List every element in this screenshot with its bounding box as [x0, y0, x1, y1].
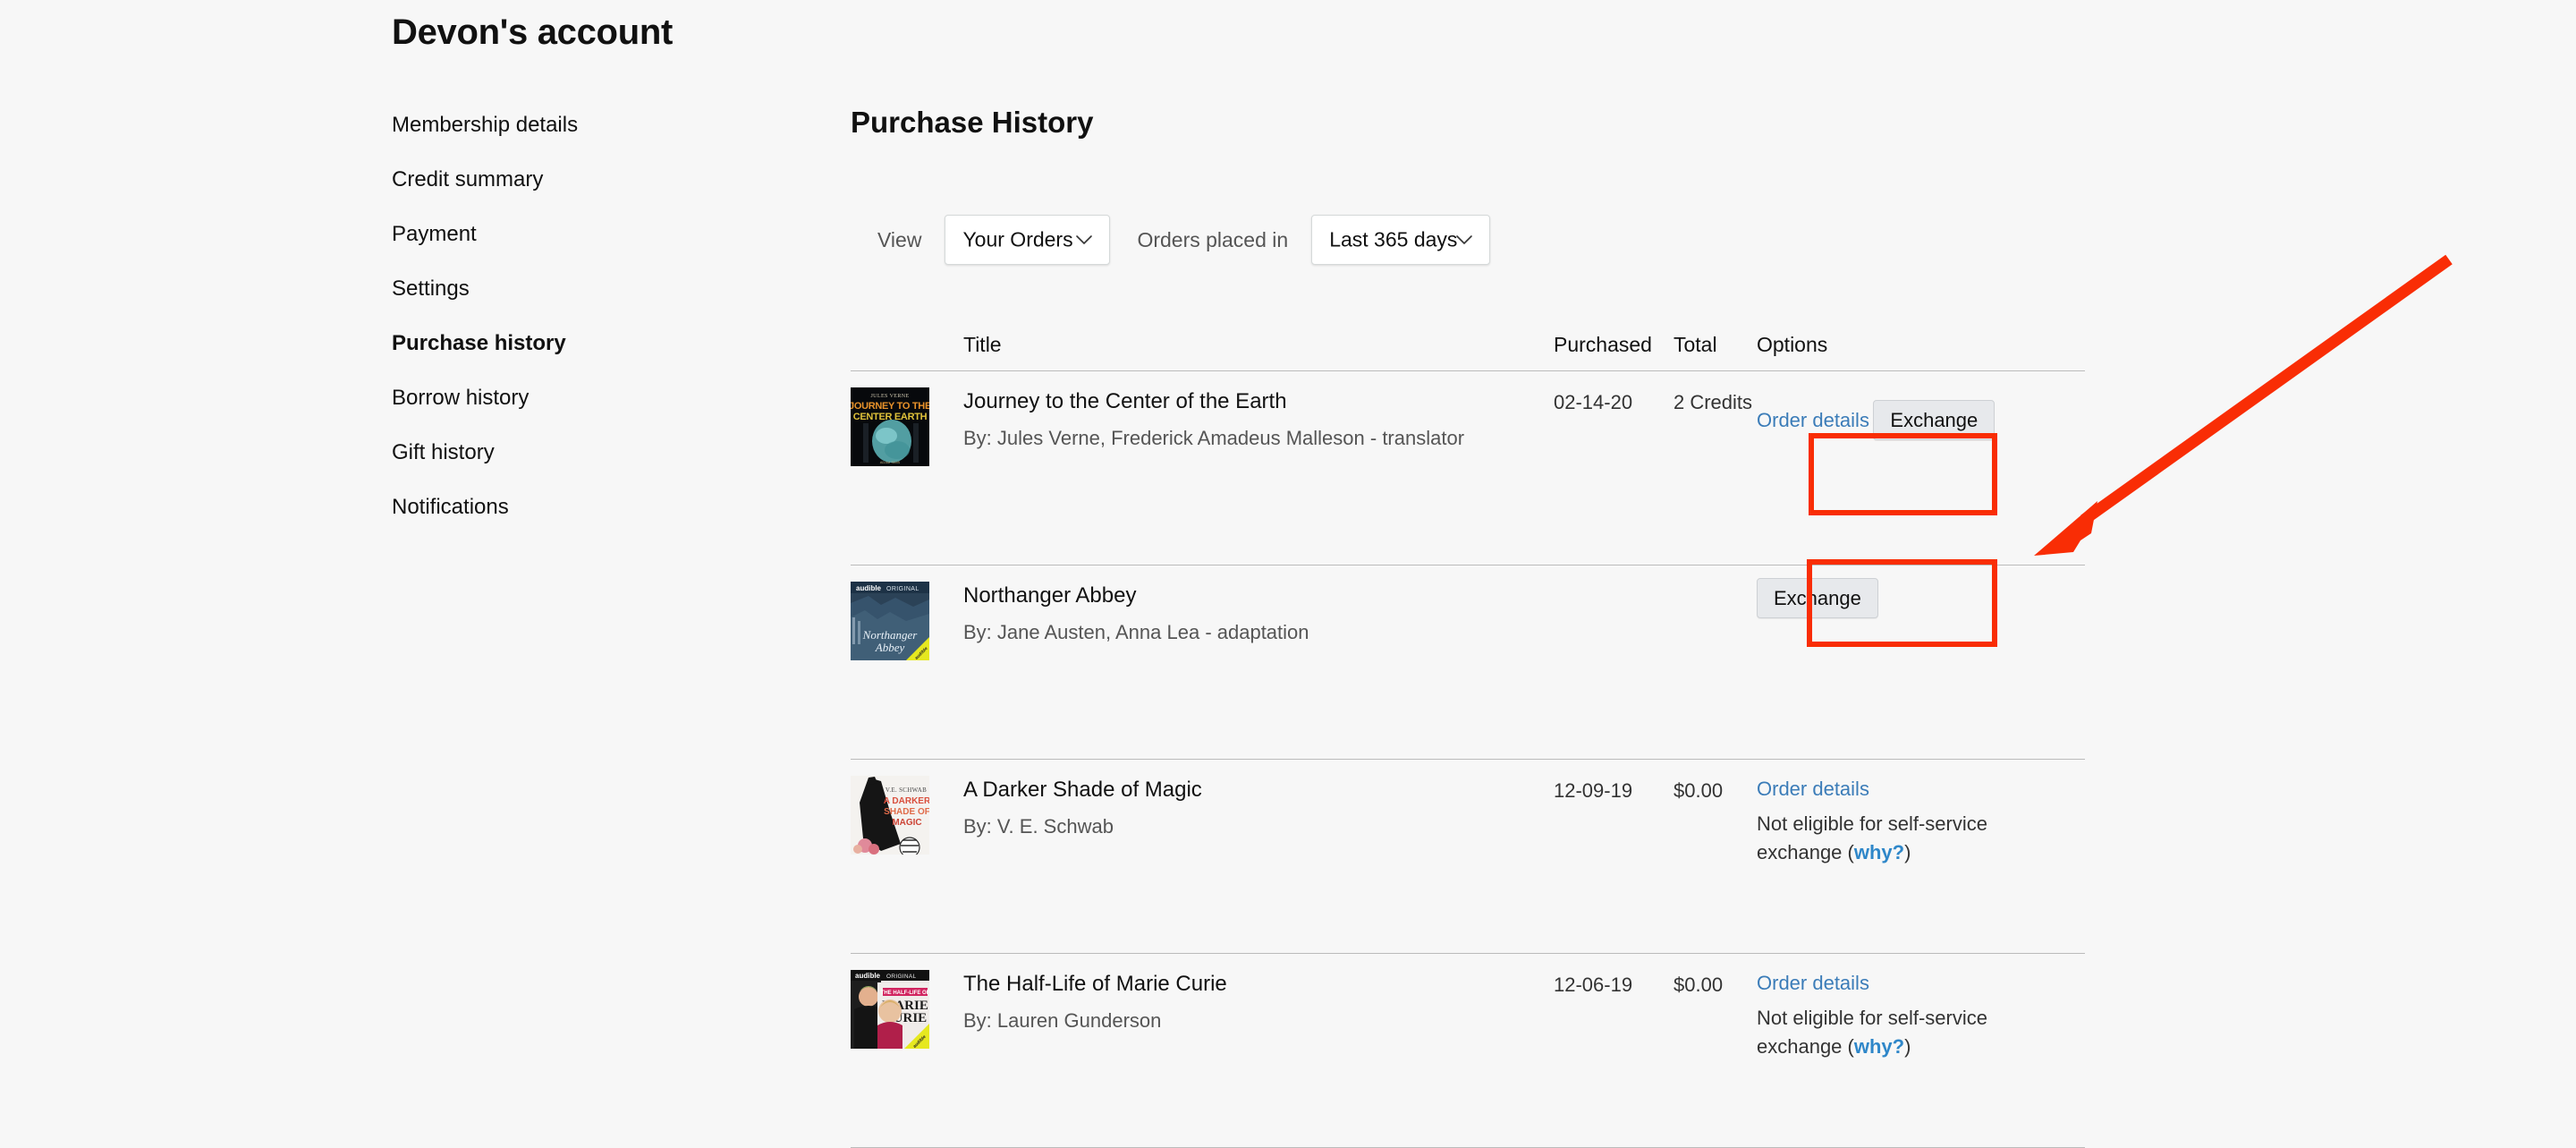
- table-row: V.E. SCHWAB A DARKER SHADE OF MAGIC A Da…: [851, 760, 2085, 953]
- book-info: A Darker Shade of Magic By: V. E. Schwab: [963, 778, 1536, 841]
- page-title: Devon's account: [392, 13, 673, 52]
- order-details-link[interactable]: Order details: [1757, 972, 1869, 995]
- svg-text:JOURNEY TO THE: JOURNEY TO THE: [851, 401, 929, 412]
- why-link[interactable]: why?: [1854, 841, 1904, 863]
- book-info: Northanger Abbey By: Jane Austen, Anna L…: [963, 583, 1536, 647]
- not-eligible-notice: Not eligible for self-service exchange (…: [1757, 1004, 2025, 1061]
- column-header-total: Total: [1674, 333, 1717, 356]
- order-total: $0.00: [1674, 974, 1724, 996]
- table-row: JULES VERNE JOURNEY TO THE CENTER EARTH …: [851, 371, 2085, 565]
- sidebar-item-notifications[interactable]: Notifications: [392, 497, 509, 518]
- book-title[interactable]: Northanger Abbey: [963, 583, 1536, 609]
- date-filter-label: Orders placed in: [1137, 227, 1289, 251]
- book-title[interactable]: The Half-Life of Marie Curie: [963, 972, 1536, 998]
- why-link[interactable]: why?: [1854, 1035, 1904, 1058]
- book-info: The Half-Life of Marie Curie By: Lauren …: [963, 972, 1536, 1035]
- sidebar-item-purchase-history[interactable]: Purchase history: [392, 333, 566, 354]
- book-author: By: Jules Verne, Frederick Amadeus Malle…: [963, 426, 1465, 449]
- account-sidebar: Membership details Credit summary Paymen…: [392, 115, 767, 551]
- exchange-button[interactable]: Exchange: [1757, 578, 1878, 619]
- purchased-date: 02-14-20: [1554, 391, 1633, 413]
- filter-bar: View Your Orders Orders placed in Last 3…: [877, 215, 1491, 265]
- purchased-date: 12-09-19: [1554, 779, 1633, 802]
- svg-text:A DARKER: A DARKER: [884, 796, 929, 806]
- book-title[interactable]: A Darker Shade of Magic: [963, 778, 1536, 804]
- book-author: By: Lauren Gunderson: [963, 1008, 1162, 1032]
- column-header-options: Options: [1757, 333, 1828, 356]
- sidebar-item-payment[interactable]: Payment: [392, 224, 477, 245]
- sidebar-item-settings[interactable]: Settings: [392, 278, 470, 300]
- order-total: 2 Credits: [1674, 391, 1753, 413]
- view-select[interactable]: Your Orders: [945, 215, 1111, 265]
- svg-text:ADAM SIMS: ADAM SIMS: [880, 460, 901, 464]
- date-range-select[interactable]: Last 365 days: [1311, 215, 1491, 265]
- marie-curie-cover[interactable]: audible ORIGINAL THE HALF-LIFE OF MARIE …: [851, 970, 929, 1049]
- svg-text:ORIGINAL: ORIGINAL: [886, 586, 919, 592]
- northanger-abbey-cover[interactable]: audible ORIGINAL Northanger Abbey audibl…: [851, 582, 929, 660]
- view-select-value: Your Orders: [962, 227, 1073, 251]
- sidebar-item-membership-details[interactable]: Membership details: [392, 115, 578, 136]
- journey-center-earth-cover[interactable]: JULES VERNE JOURNEY TO THE CENTER EARTH …: [851, 387, 929, 466]
- not-eligible-notice: Not eligible for self-service exchange (…: [1757, 810, 2025, 867]
- svg-text:audible: audible: [855, 972, 881, 980]
- section-title: Purchase History: [851, 106, 1094, 139]
- svg-text:Abbey: Abbey: [875, 641, 905, 654]
- order-total: $0.00: [1674, 779, 1724, 802]
- row-options: Order details Exchange: [1757, 389, 2061, 441]
- sidebar-item-gift-history[interactable]: Gift history: [392, 442, 495, 463]
- date-range-select-value: Last 365 days: [1329, 227, 1458, 251]
- table-header-row: Title Purchased Total Options: [851, 315, 2085, 370]
- svg-text:THE HALF-LIFE OF: THE HALF-LIFE OF: [881, 991, 929, 996]
- row-options: Exchange: [1757, 578, 2061, 619]
- svg-text:audible: audible: [856, 584, 882, 592]
- chevron-down-icon: [1455, 234, 1473, 245]
- darker-shade-magic-cover[interactable]: V.E. SCHWAB A DARKER SHADE OF MAGIC: [851, 776, 929, 855]
- table-row: audible ORIGINAL Northanger Abbey audibl…: [851, 565, 2085, 759]
- purchased-date: 12-06-19: [1554, 974, 1633, 996]
- order-details-link[interactable]: Order details: [1757, 778, 1869, 801]
- svg-text:JULES VERNE: JULES VERNE: [870, 394, 909, 399]
- row-options: Order details Not eligible for self-serv…: [1757, 972, 2061, 1061]
- chevron-down-icon: [1075, 234, 1093, 245]
- svg-text:SHADE OF: SHADE OF: [884, 807, 929, 817]
- svg-text:V.E. SCHWAB: V.E. SCHWAB: [886, 787, 927, 794]
- exchange-button[interactable]: Exchange: [1873, 400, 1996, 441]
- book-author: By: V. E. Schwab: [963, 814, 1114, 838]
- svg-text:MAGIC: MAGIC: [892, 818, 921, 828]
- row-options: Order details Not eligible for self-serv…: [1757, 778, 2061, 867]
- svg-text:ORIGINAL: ORIGINAL: [886, 974, 917, 980]
- sidebar-item-borrow-history[interactable]: Borrow history: [392, 387, 529, 409]
- purchase-history-table: Title Purchased Total Options JULES VERN…: [851, 315, 2085, 1148]
- book-title[interactable]: Journey to the Center of the Earth: [963, 389, 1536, 415]
- book-author: By: Jane Austen, Anna Lea - adaptation: [963, 620, 1309, 643]
- view-filter-label: View: [877, 227, 922, 251]
- svg-text:Northanger: Northanger: [862, 628, 919, 642]
- not-eligible-text-end: ): [1904, 840, 1911, 863]
- order-details-link[interactable]: Order details: [1757, 409, 1869, 432]
- not-eligible-text-end: ): [1904, 1034, 1911, 1058]
- column-header-title: Title: [963, 333, 1002, 356]
- sidebar-item-credit-summary[interactable]: Credit summary: [392, 169, 543, 191]
- red-arrow-pointer: [2034, 254, 2453, 556]
- book-info: Journey to the Center of the Earth By: J…: [963, 389, 1536, 453]
- column-header-purchased: Purchased: [1554, 333, 1652, 356]
